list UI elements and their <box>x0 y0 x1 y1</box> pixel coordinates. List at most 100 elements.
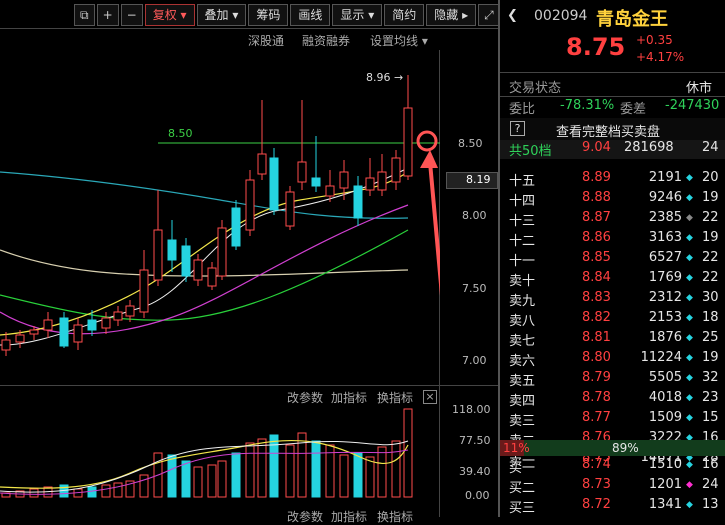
change-dot-icon: ◆ <box>686 293 693 303</box>
annotation-arrow <box>428 161 440 296</box>
change-dot-icon: ◆ <box>686 333 693 343</box>
full-depth-row[interactable]: ? 查看完整档买卖盘 <box>500 118 725 140</box>
switch-indicator-button[interactable]: 换指标 <box>377 389 413 406</box>
ask-row[interactable]: 卖三 8.77 1509 ◆ 15 <box>500 410 725 429</box>
candle-body <box>59 317 69 347</box>
volume-bar <box>403 408 413 498</box>
volume-bar <box>257 438 267 498</box>
level-price: 8.81 <box>582 330 611 345</box>
add-indicator-button[interactable]: 加指标 <box>331 389 367 406</box>
divider <box>0 28 498 29</box>
volume-chart[interactable] <box>0 405 440 505</box>
display-button[interactable]: 显示 ▾ <box>332 4 383 26</box>
ask-row[interactable]: 十一 8.85 6527 ◆ 22 <box>500 250 725 269</box>
volume-bar <box>113 482 123 498</box>
chips-button[interactable]: 筹码 <box>248 4 289 26</box>
ask-row[interactable]: 卖五 8.79 5505 ◆ 32 <box>500 370 725 389</box>
ratio-bar: 11% 89% <box>500 440 725 456</box>
ask-row[interactable]: 十五 8.89 2191 ◆ 20 <box>500 170 725 189</box>
kline-chart[interactable]: 8.96 → 8.50 <box>0 50 440 385</box>
candle-body <box>153 229 163 281</box>
window-icon[interactable]: ⧉ <box>74 4 95 26</box>
volume-bar <box>245 442 255 498</box>
ask-row[interactable]: 卖七 8.81 1876 ◆ 25 <box>500 330 725 349</box>
level-volume: 1201 <box>648 477 682 492</box>
candle-body <box>207 267 217 287</box>
level-label: 卖四 <box>509 394 536 409</box>
fullscreen-icon[interactable]: ⤢ <box>478 4 500 26</box>
bid-ratio-label: 委比 <box>509 102 536 117</box>
level-volume: 1769 <box>648 270 682 285</box>
change-dot-icon: ◆ <box>686 213 693 223</box>
level-volume: 2153 <box>648 310 682 325</box>
set-ma-link[interactable]: 设置均线 ▾ <box>370 32 428 49</box>
ask-row[interactable]: 十三 8.87 2385 ◆ 22 <box>500 210 725 229</box>
candle-body <box>125 305 135 317</box>
bid-diff-label: 委差 <box>620 102 647 117</box>
candle-body <box>29 329 39 335</box>
level-label: 十二 <box>509 234 536 249</box>
ratio-bar-right: 89% <box>612 441 639 455</box>
level-count: 20 <box>702 170 719 185</box>
level-price: 8.72 <box>582 497 611 512</box>
ask-row[interactable]: 十四 8.88 9246 ◆ 19 <box>500 190 725 209</box>
ask-row[interactable]: 十二 8.86 3163 ◆ 19 <box>500 230 725 249</box>
volume-bar <box>365 456 375 498</box>
level-label: 卖六 <box>509 354 536 369</box>
level-volume: 6527 <box>648 250 682 265</box>
draw-line-button[interactable]: 画线 <box>290 4 331 26</box>
level-count: 19 <box>702 190 719 205</box>
level-label: 十五 <box>509 174 536 189</box>
ask-row[interactable]: 卖九 8.83 2312 ◆ 30 <box>500 290 725 309</box>
ask-row[interactable]: 卖八 8.82 2153 ◆ 18 <box>500 310 725 329</box>
price-change: +0.35 <box>636 33 673 47</box>
level-count: 18 <box>702 310 719 325</box>
overlay-button[interactable]: 叠加 ▾ <box>196 4 247 26</box>
level-count: 32 <box>702 370 719 385</box>
margin-trading-link[interactable]: 融资融券 <box>302 32 350 49</box>
bid-row[interactable]: 买二 8.73 1201 ◆ 24 <box>500 477 725 496</box>
shenzhen-connect-link[interactable]: 深股通 <box>248 32 284 49</box>
plus-icon[interactable]: + <box>96 4 119 26</box>
candle-body <box>167 239 177 261</box>
bid-row[interactable]: 买一 8.74 1510 ◆ 16 <box>500 457 725 476</box>
volume-bar <box>391 440 401 498</box>
volume-bar <box>181 460 191 498</box>
restore-rights-button[interactable]: 复权 ▾ <box>144 4 195 26</box>
change-dot-icon: ◆ <box>686 273 693 283</box>
level-volume: 1509 <box>648 410 682 425</box>
level-price: 8.80 <box>582 350 611 365</box>
change-dot-icon: ◆ <box>686 193 693 203</box>
chart-toolbar: ⧉ + − 复权 ▾ 叠加 ▾ 筹码 画线 显示 ▾ 简约 隐藏 ▸ ⤢ <box>74 4 502 26</box>
level-count: 22 <box>702 250 719 265</box>
ask-row[interactable]: 卖四 8.78 4018 ◆ 23 <box>500 390 725 409</box>
change-dot-icon: ◆ <box>686 413 693 423</box>
full-depth-link[interactable]: 查看完整档买卖盘 <box>556 121 660 140</box>
level-volume: 11224 <box>640 350 682 365</box>
hide-button[interactable]: 隐藏 ▸ <box>426 4 477 26</box>
candle-body <box>403 107 413 177</box>
bid-row[interactable]: 买三 8.72 1341 ◆ 13 <box>500 497 725 516</box>
level-volume: 2385 <box>648 210 682 225</box>
ask-row[interactable]: 卖十 8.84 1769 ◆ 22 <box>500 270 725 289</box>
ask-row[interactable]: 卖六 8.80 11224 ◆ 19 <box>500 350 725 369</box>
level-volume: 5505 <box>648 370 682 385</box>
close-icon[interactable]: × <box>423 390 437 404</box>
level-label: 十三 <box>509 214 536 229</box>
volume-bar <box>353 452 363 498</box>
change-dot-icon: ◆ <box>686 173 693 183</box>
candle-body <box>73 324 83 343</box>
menu-chevron-icon[interactable]: ❮ <box>507 8 518 23</box>
level-label: 买一 <box>509 461 536 476</box>
level-volume: 1876 <box>648 330 682 345</box>
candle-body <box>193 259 203 281</box>
change-dot-icon: ◆ <box>686 460 693 470</box>
volume-bar <box>193 466 203 498</box>
minus-icon[interactable]: − <box>120 4 143 26</box>
volume-bar <box>101 484 111 498</box>
volume-bar <box>311 440 321 498</box>
simple-button[interactable]: 简约 <box>384 4 425 26</box>
edit-params-button[interactable]: 改参数 <box>287 389 323 406</box>
level-price: 8.85 <box>582 250 611 265</box>
volume-bar <box>285 444 295 498</box>
